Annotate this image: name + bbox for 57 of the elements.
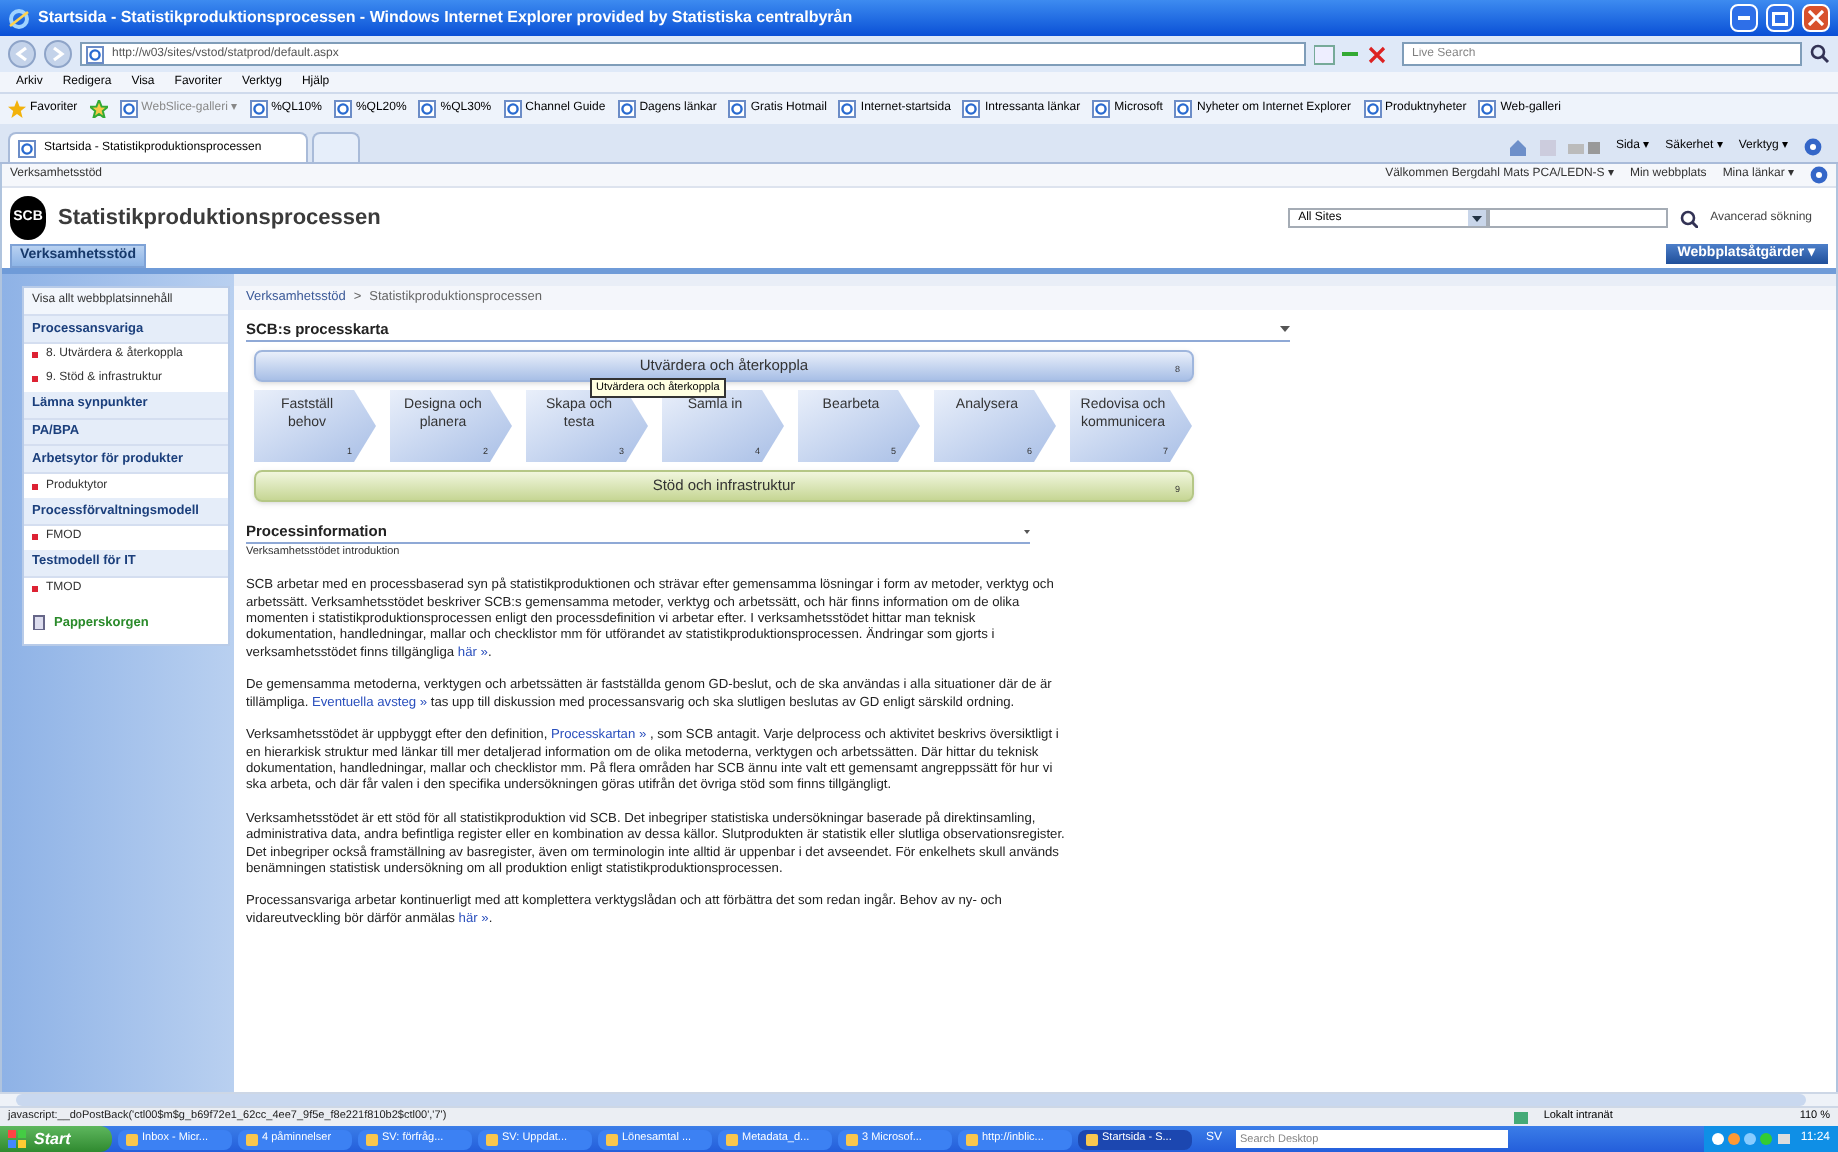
search-icon: [1810, 44, 1830, 64]
bullet-icon: [32, 352, 38, 359]
app-icon: [846, 1133, 858, 1145]
page-icon: [86, 45, 104, 63]
page-icon: [728, 100, 747, 118]
toolbar-icons: [1507, 138, 1600, 156]
search-input[interactable]: [1488, 208, 1669, 228]
app-icon: [246, 1133, 258, 1145]
page-icon: [119, 100, 138, 118]
window-title: Startsida - Statistikproduktionsprocessen - Windows Internet Explorer provided by Statistiska centralbyrån: [38, 6, 855, 30]
app-icon: [606, 1133, 618, 1145]
site-title: Statistikproduktionsprocessen: [58, 203, 383, 234]
browser-tab[interactable]: [312, 132, 360, 162]
dropdown-icon: [1468, 210, 1487, 226]
page-icon: [333, 100, 352, 118]
app-icon: [966, 1133, 978, 1145]
page-icon: [962, 100, 981, 118]
caret-icon: [1280, 326, 1290, 332]
page-icon: [418, 100, 437, 118]
minimize-button[interactable]: [1730, 4, 1758, 32]
page-icon: [838, 100, 857, 118]
app-icon: [486, 1133, 498, 1145]
arrow-left-icon: [14, 46, 30, 62]
app-icon: [366, 1133, 378, 1145]
page-icon: [1363, 100, 1382, 118]
caret-icon: [1024, 530, 1030, 534]
page-icon: [503, 100, 522, 118]
app-icon: [126, 1133, 138, 1145]
app-icon: [726, 1133, 738, 1145]
page-icon: [18, 139, 36, 157]
search-icon: [1680, 209, 1699, 227]
close-icon: [1808, 10, 1824, 26]
app-icon: [1086, 1133, 1098, 1145]
bullet-icon: [32, 376, 38, 383]
browser-icon: [8, 7, 30, 29]
horizontal-scrollbar[interactable]: [0, 1092, 1838, 1108]
bullet-icon: [32, 534, 38, 541]
close-button[interactable]: [1802, 4, 1830, 32]
bullet-icon: [32, 586, 38, 592]
minimize-icon: [1738, 16, 1750, 20]
star-icon: [8, 100, 26, 118]
page-icon: [617, 100, 636, 118]
page-icon: [1174, 100, 1193, 118]
page-icon: [249, 100, 268, 118]
back-button[interactable]: [8, 40, 36, 68]
bullet-icon: [32, 483, 38, 489]
maximize-button[interactable]: [1766, 4, 1794, 32]
star-icon: [89, 100, 108, 118]
page-icon: [1478, 100, 1497, 118]
page-icon: [1092, 100, 1111, 118]
network-icon: [1513, 1111, 1528, 1123]
trash-icon: [32, 614, 46, 631]
forward-button[interactable]: [44, 40, 72, 68]
arrow-right-icon: [50, 46, 66, 62]
maximize-icon: [1772, 11, 1788, 25]
tray-icons: [1712, 1132, 1793, 1146]
flag-icon: [8, 1130, 26, 1148]
